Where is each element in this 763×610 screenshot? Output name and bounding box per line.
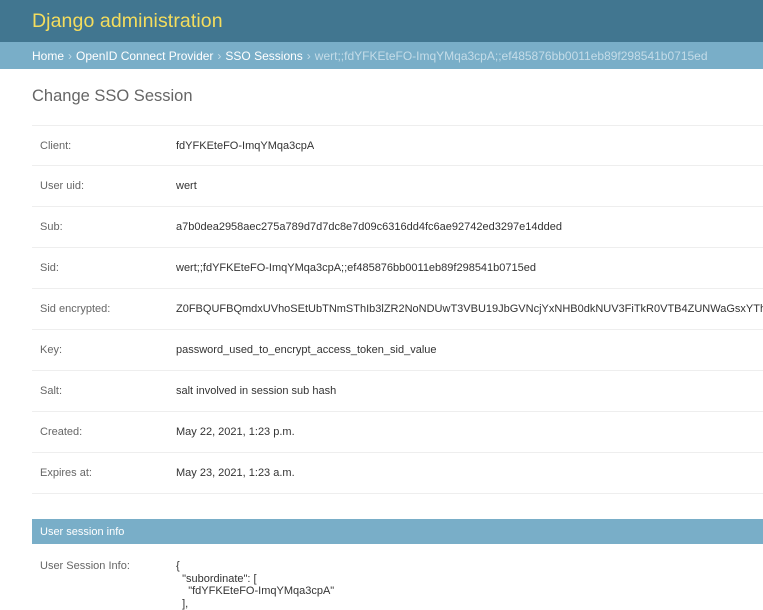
main-content: Change SSO Session Client: fdYFKEteFO-Im… xyxy=(0,69,763,610)
breadcrumb-home-link[interactable]: Home xyxy=(32,49,64,63)
field-row-sid: Sid: wert;;fdYFKEteFO-ImqYMqa3cpA;;ef485… xyxy=(32,248,763,289)
user-session-fieldset: User session info User Session Info: { "… xyxy=(32,519,763,610)
breadcrumb-separator: › xyxy=(217,49,221,63)
breadcrumb-model-link[interactable]: SSO Sessions xyxy=(225,49,302,63)
field-row-user-session-info: User Session Info: { "subordinate": [ "f… xyxy=(32,544,763,610)
field-value: May 23, 2021, 1:23 a.m. xyxy=(176,467,295,479)
field-label: Sid: xyxy=(32,262,176,274)
breadcrumb-separator: › xyxy=(307,49,311,63)
field-label: User Session Info: xyxy=(32,560,176,610)
field-row-expires-at: Expires at: May 23, 2021, 1:23 a.m. xyxy=(32,453,763,494)
field-value: wert xyxy=(176,180,197,192)
field-value: fdYFKEteFO-ImqYMqa3cpA xyxy=(176,140,314,152)
field-row-sub: Sub: a7b0dea2958aec275a789d7d7dc8e7d09c6… xyxy=(32,207,763,248)
json-line: "fdYFKEteFO-ImqYMqa3cpA" xyxy=(176,585,334,598)
field-row-created: Created: May 22, 2021, 1:23 p.m. xyxy=(32,412,763,453)
field-row-salt: Salt: salt involved in session sub hash xyxy=(32,371,763,412)
field-label: Sub: xyxy=(32,221,176,233)
breadcrumb-current: wert;;fdYFKEteFO-ImqYMqa3cpA;;ef485876bb… xyxy=(315,49,708,63)
field-label: Expires at: xyxy=(32,467,176,479)
field-row-key: Key: password_used_to_encrypt_access_tok… xyxy=(32,330,763,371)
field-label: Created: xyxy=(32,426,176,438)
json-line: "subordinate": [ xyxy=(176,573,334,586)
field-row-client: Client: fdYFKEteFO-ImqYMqa3cpA xyxy=(32,125,763,166)
field-value: password_used_to_encrypt_access_token_si… xyxy=(176,344,437,356)
json-line: { xyxy=(176,560,334,573)
site-title-link[interactable]: Django administration xyxy=(32,10,223,33)
field-row-user-uid: User uid: wert xyxy=(32,166,763,207)
field-value: wert;;fdYFKEteFO-ImqYMqa3cpA;;ef485876bb… xyxy=(176,262,536,274)
field-value: May 22, 2021, 1:23 p.m. xyxy=(176,426,295,438)
form-fieldset: Client: fdYFKEteFO-ImqYMqa3cpA User uid:… xyxy=(32,125,763,494)
user-session-json: { "subordinate": [ "fdYFKEteFO-ImqYMqa3c… xyxy=(176,560,334,610)
breadcrumb-app-link[interactable]: OpenID Connect Provider xyxy=(76,49,213,63)
json-line: ], xyxy=(176,598,334,610)
field-label: User uid: xyxy=(32,180,176,192)
breadcrumb: Home › OpenID Connect Provider › SSO Ses… xyxy=(0,42,763,69)
field-label: Sid encrypted: xyxy=(32,303,176,315)
field-value: Z0FBQUFBQmdxUVhoSEtUbTNmSThIb3lZR2NoNDUw… xyxy=(176,303,763,315)
field-label: Key: xyxy=(32,344,176,356)
fieldset-title: User session info xyxy=(32,519,763,544)
field-label: Salt: xyxy=(32,385,176,397)
field-row-sid-encrypted: Sid encrypted: Z0FBQUFBQmdxUVhoSEtUbTNmS… xyxy=(32,289,763,330)
site-header: Django administration xyxy=(0,0,763,42)
field-value: salt involved in session sub hash xyxy=(176,385,336,397)
field-label: Client: xyxy=(32,140,176,152)
field-value: a7b0dea2958aec275a789d7d7dc8e7d09c6316dd… xyxy=(176,221,562,233)
breadcrumb-separator: › xyxy=(68,49,72,63)
page-title: Change SSO Session xyxy=(32,69,763,125)
